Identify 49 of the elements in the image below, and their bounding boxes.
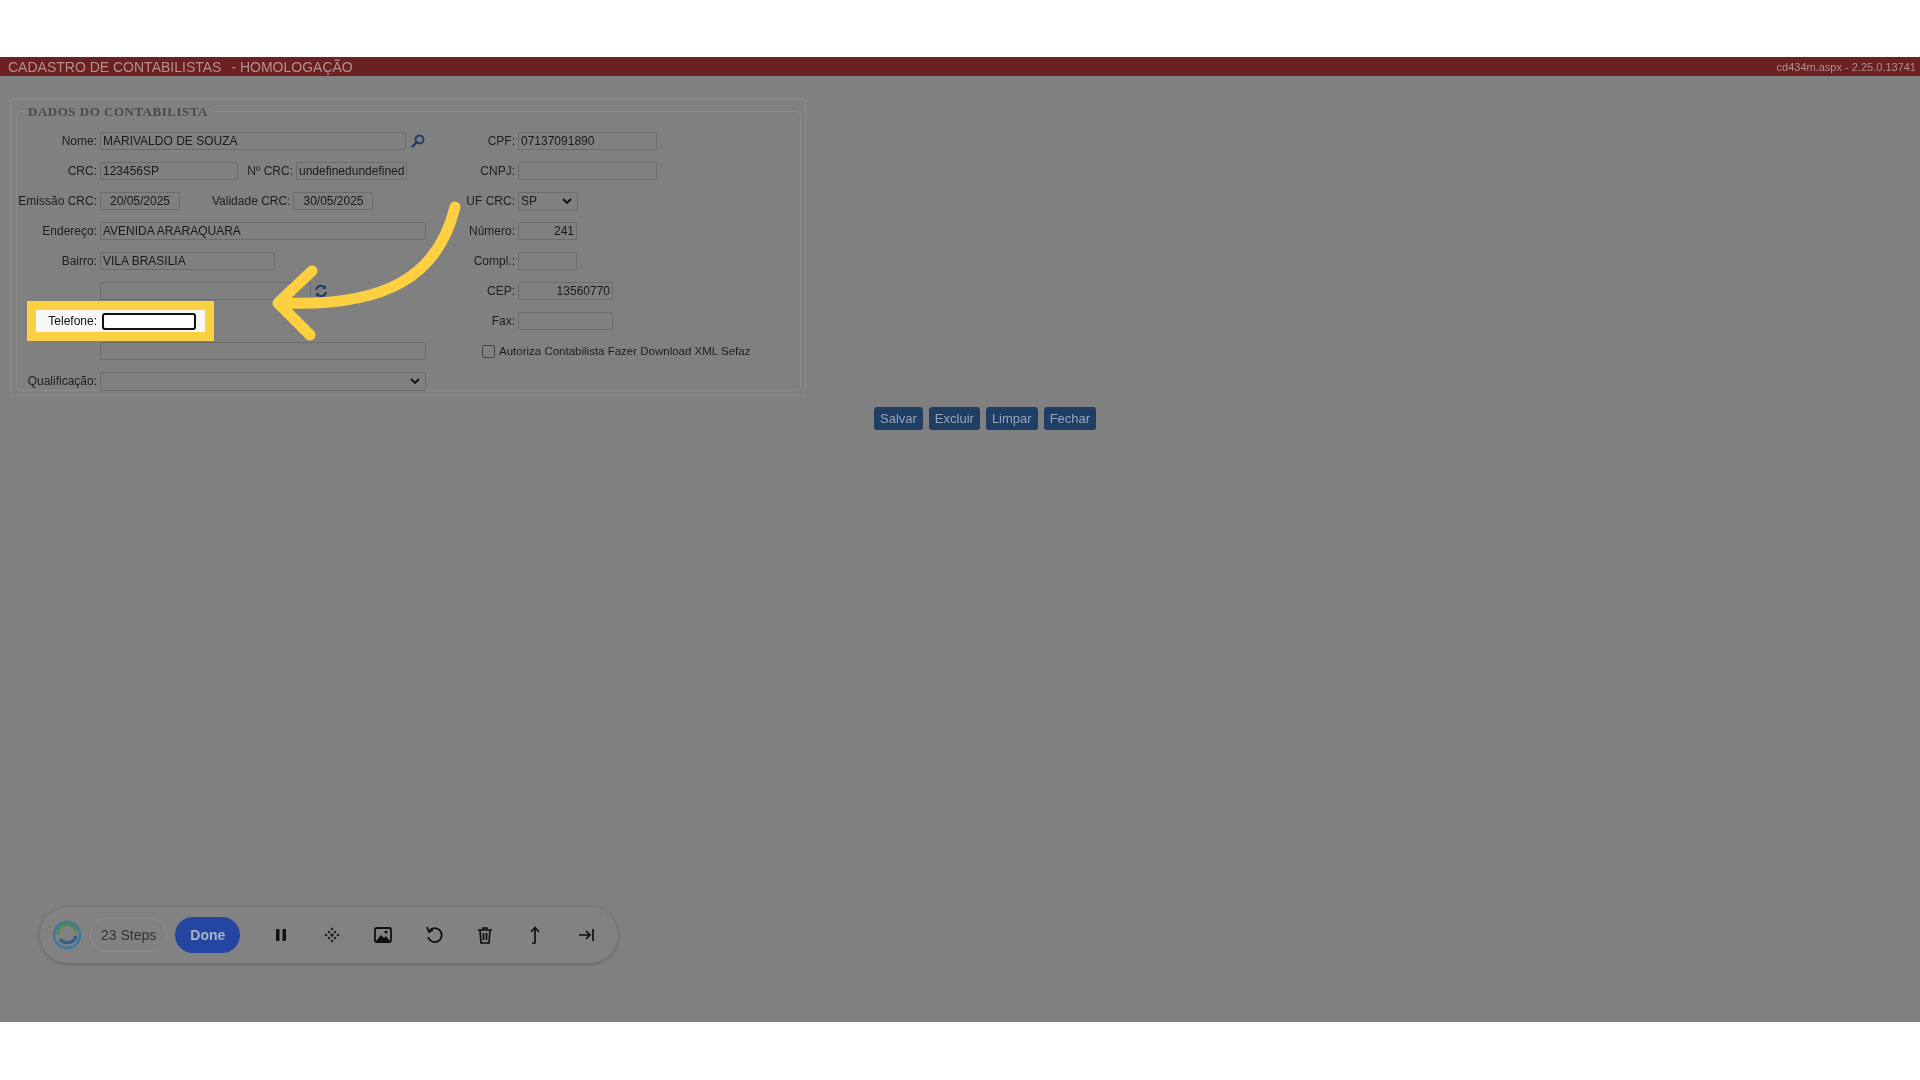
select-field[interactable]	[100, 371, 426, 391]
page-title: CADASTRO DE CONTABILISTAS	[8, 58, 222, 75]
input-field[interactable]: undefinedundefined	[296, 162, 407, 180]
chevron-icon	[410, 378, 420, 384]
field-label: Emissão CRC:	[17, 194, 98, 208]
select-field[interactable]: SP	[518, 191, 578, 211]
input-field[interactable]: AVENIDA ARARAQUARA	[100, 222, 426, 240]
field-label: Nº CRC:	[246, 164, 294, 178]
field-label: Qualificação:	[26, 374, 98, 388]
chevron-icon	[562, 198, 572, 204]
field-label: Nome:	[60, 134, 98, 148]
field-label: CPF:	[486, 134, 516, 148]
field-label: Endereço:	[41, 224, 98, 238]
input-field[interactable]: 30/05/2025	[293, 192, 374, 210]
input-field[interactable]: 13560770	[518, 282, 613, 300]
input-field[interactable]	[102, 312, 196, 330]
action-button[interactable]: Excluir	[928, 407, 980, 430]
checkbox[interactable]	[482, 344, 495, 358]
action-button[interactable]: Limpar	[985, 407, 1038, 430]
field-label: CNPJ:	[479, 164, 516, 178]
input-field[interactable]: 123456SP	[100, 162, 238, 180]
action-button[interactable]: Salvar	[874, 407, 923, 430]
undo-icon[interactable]	[424, 925, 445, 945]
input-field[interactable]: VILA BRASILIA	[100, 252, 275, 270]
image-icon[interactable]	[373, 925, 394, 945]
version-label: cd434m.aspx - 2.25.0.13741	[1776, 60, 1916, 73]
logo-icon	[52, 920, 82, 950]
field-label: Número:	[468, 224, 516, 238]
field-label: UF CRC:	[465, 194, 516, 208]
field-label: CRC:	[66, 164, 98, 178]
input-field[interactable]: MARIVALDO DE SOUZA	[100, 132, 406, 150]
field-label: CEP:	[486, 284, 516, 298]
done-button[interactable]: Done	[175, 917, 241, 953]
steps-count: 23 Steps	[90, 918, 168, 952]
input-field[interactable]: 20/05/2025	[100, 192, 180, 210]
input-field[interactable]	[100, 342, 426, 360]
search-icon[interactable]	[411, 134, 425, 148]
field-label: Validade CRC:	[211, 194, 292, 208]
field-label: Compl.:	[472, 254, 516, 268]
input-field[interactable]: 241	[518, 222, 577, 240]
refresh-icon[interactable]	[314, 284, 328, 298]
field-label: Telefone:	[47, 314, 98, 328]
checkbox-label: Autoriza Contabilista Fazer Download XML Sefaz	[499, 345, 751, 357]
action-button[interactable]: Fechar	[1043, 407, 1097, 430]
input-field[interactable]: 07137091890	[518, 132, 657, 150]
field-label: Bairro:	[60, 254, 98, 268]
environment-label: - HOMOLOGAÇÃO	[231, 58, 353, 75]
field-label: Fax:	[490, 314, 516, 328]
input-field[interactable]	[100, 282, 311, 300]
